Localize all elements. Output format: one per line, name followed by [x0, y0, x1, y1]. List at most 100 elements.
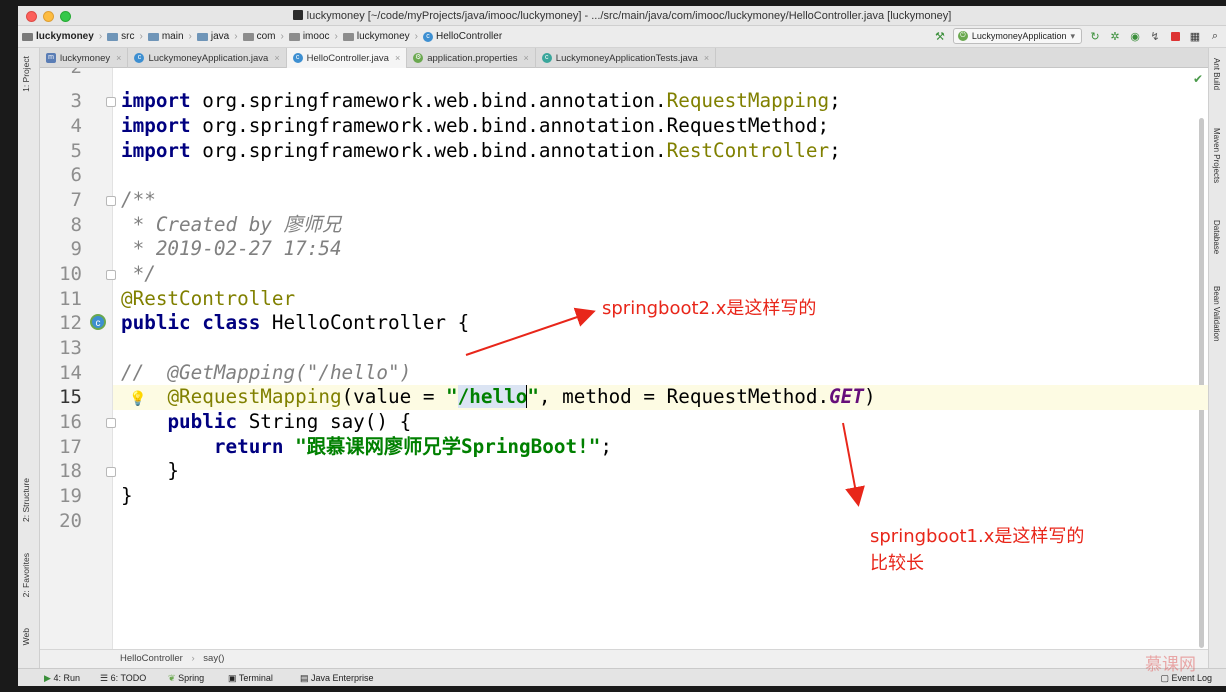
line-number: 13 [59, 337, 82, 359]
code-line-current: @RequestMapping(value = "/hello", method… [113, 385, 1208, 410]
favorites-tool-button[interactable]: 2: Favorites [21, 553, 31, 597]
line-number: 6 [70, 164, 82, 186]
module-folder-icon [22, 32, 33, 41]
ant-build-tool-button[interactable]: Ant Build [1212, 58, 1221, 90]
debug-icon[interactable]: ✲ [1108, 29, 1122, 43]
nav-crumb-class[interactable]: HelloController [436, 31, 502, 42]
line-number: 4 [70, 115, 82, 137]
inspection-ok-icon[interactable]: ✔ [1193, 72, 1203, 86]
spring-tool-button[interactable]: ❦ Spring [168, 673, 204, 684]
package-icon [342, 32, 354, 41]
editor-gutter: 2 3 4 5 6 7 8 9 10 11 12 13 14 15 16 17 … [40, 68, 116, 649]
fold-toggle-icon[interactable] [106, 196, 116, 206]
code-line: * Created by 廖师兄 [121, 213, 342, 236]
code-line: /** [121, 188, 156, 211]
line-number: 12 [59, 312, 82, 334]
package-icon [242, 32, 254, 41]
web-tool-button[interactable]: Web [21, 628, 31, 645]
nav-crumb-project[interactable]: luckymoney [36, 31, 94, 42]
tab-application-properties[interactable]: ⚙ application.properties × [407, 48, 536, 68]
spring-class-icon: c [134, 53, 145, 63]
line-number: 11 [59, 288, 82, 310]
structure-tool-button[interactable]: 2: Structure [21, 478, 31, 522]
profile-icon[interactable]: ↯ [1148, 29, 1162, 43]
line-number: 18 [59, 460, 82, 482]
editor-breadcrumb: HelloController › say() [40, 649, 1208, 668]
window-title: luckymoney [~/code/myProjects/java/imooc… [18, 10, 1226, 22]
code-line: * 2019-02-27 17:54 [121, 237, 342, 260]
tab-luckymoney-application[interactable]: c LuckymoneyApplication.java × [128, 48, 287, 68]
spring-boot-icon: ⏻ [957, 31, 968, 41]
hammer-icon[interactable]: ⚒ [933, 29, 947, 43]
nav-breadcrumb: luckymoney › src › main › java › com › imooc ›… [22, 31, 502, 42]
chevron-down-icon: ▾ [1070, 30, 1075, 41]
run-configuration-select[interactable]: ⏻ LuckymoneyApplication ▾ [952, 28, 1082, 44]
folder-icon [107, 32, 119, 41]
tab-hello-controller[interactable]: c HelloController.java × [286, 48, 408, 68]
annotation-springboot2: springboot2.x是这样写的 [602, 298, 817, 319]
run-tool-button[interactable]: ▶ 4: Run [44, 673, 80, 684]
nav-crumb-imooc[interactable]: imooc [303, 31, 330, 42]
line-number: 17 [59, 436, 82, 458]
close-icon[interactable]: × [274, 53, 279, 63]
code-line: import org.springframework.web.bind.anno… [121, 114, 830, 137]
lightbulb-icon[interactable]: 💡 [129, 390, 146, 407]
folder-icon [196, 32, 208, 41]
database-tool-button[interactable]: Database [1212, 220, 1221, 254]
close-icon[interactable]: × [704, 53, 709, 63]
close-icon[interactable]: × [524, 53, 529, 63]
close-icon[interactable]: × [395, 53, 400, 63]
breadcrumb-method[interactable]: say() [203, 653, 224, 664]
highlighted-text: /hello [457, 385, 528, 408]
java-enterprise-tool-button[interactable]: ▤ Java Enterprise [300, 673, 374, 684]
code-line: import org.springframework.web.bind.anno… [121, 139, 841, 162]
run-icon: ▶ [44, 673, 51, 683]
nav-crumb-main[interactable]: main [162, 31, 184, 42]
todo-tool-button[interactable]: ☰ 6: TODO [100, 673, 146, 684]
line-number-current: 15 [59, 386, 82, 408]
line-number: 3 [70, 90, 82, 112]
coverage-icon[interactable]: ◉ [1128, 29, 1142, 43]
maven-projects-tool-button[interactable]: Maven Projects [1212, 128, 1221, 183]
bean-validation-tool-button[interactable]: Bean Validation [1212, 286, 1221, 341]
list-icon: ☰ [100, 673, 109, 683]
terminal-tool-button[interactable]: ▣ Terminal [228, 673, 273, 684]
nav-crumb-com[interactable]: com [257, 31, 276, 42]
line-number: 5 [70, 140, 82, 162]
fold-toggle-icon[interactable] [106, 418, 116, 428]
fold-toggle-icon[interactable] [106, 467, 116, 477]
line-number: 2 [40, 68, 82, 80]
nav-crumb-src[interactable]: src [121, 31, 134, 42]
fold-toggle-icon[interactable] [106, 97, 116, 107]
fold-toggle-icon[interactable] [106, 270, 116, 280]
left-tool-strip: 1: Project 2: Structure 2: Favorites Web [18, 48, 40, 668]
project-tool-button[interactable]: 1: Project [21, 56, 31, 92]
close-icon[interactable]: × [116, 53, 121, 63]
line-number: 10 [59, 263, 82, 285]
stop-icon[interactable] [1168, 29, 1182, 43]
line-number: 16 [59, 411, 82, 433]
line-number: 8 [70, 214, 82, 236]
nav-crumb-luckymoney[interactable]: luckymoney [357, 31, 410, 42]
terminal-icon: ▣ [228, 673, 237, 683]
java-enterprise-icon: ▤ [300, 673, 309, 683]
search-icon[interactable]: ⌕ [1208, 29, 1222, 43]
tab-luckymoney[interactable]: m luckymoney × [40, 48, 129, 68]
code-line: */ [121, 262, 156, 285]
properties-icon: ⚙ [413, 53, 424, 63]
nav-crumb-java[interactable]: java [211, 31, 229, 42]
breadcrumb-class[interactable]: HelloController [120, 653, 183, 664]
line-number: 14 [59, 362, 82, 384]
code-line: return "跟慕课网廖师兄学SpringBoot!"; [213, 435, 612, 458]
project-structure-icon[interactable]: ▦ [1188, 29, 1202, 43]
code-line: } [121, 459, 180, 482]
tab-application-tests[interactable]: c LuckymoneyApplicationTests.java × [536, 48, 717, 68]
ide-window: luckymoney [~/code/myProjects/java/imooc… [18, 6, 1226, 686]
class-icon: c [292, 53, 303, 63]
line-number: 7 [70, 189, 82, 211]
bottom-tool-bar: ▶ 4: Run ☰ 6: TODO ❦ Spring ▣ Terminal ▤… [18, 668, 1226, 686]
code-editor[interactable]: 2 3 4 5 6 7 8 9 10 11 12 13 14 15 16 17 … [40, 68, 1208, 649]
spring-bean-gutter-icon[interactable]: c [90, 314, 106, 330]
spring-icon: ❦ [168, 673, 176, 683]
rerun-icon[interactable]: ↻ [1088, 29, 1102, 43]
